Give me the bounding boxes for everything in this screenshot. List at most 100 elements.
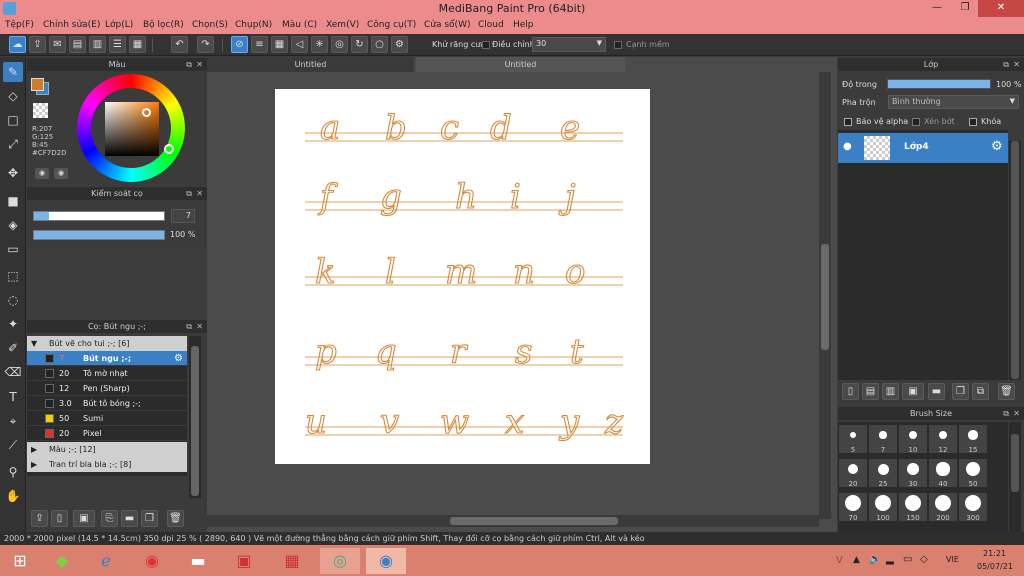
gradient-tool-icon[interactable]: ▭ (3, 239, 23, 259)
dropper-tool-icon[interactable]: ⟋ (3, 435, 23, 455)
clock-date[interactable]: 05/07/21 (977, 562, 1013, 571)
hand-tool-icon[interactable]: ✋ (3, 486, 23, 506)
brush-size-option[interactable]: 10 (898, 424, 928, 454)
maximize-button[interactable]: ❐ (952, 0, 978, 17)
duplicate-icon[interactable]: ❐ (141, 510, 158, 527)
brush-copy-icon[interactable]: ⎘ (101, 510, 118, 527)
drawing-canvas[interactable]: a bcd e f g hij k l mno pq r st u v wxyz (275, 89, 650, 464)
tray-chevron-icon[interactable]: ▲ (853, 555, 860, 565)
menu-help[interactable]: Help (513, 20, 534, 30)
menu-layer[interactable]: Lớp(L) (105, 20, 133, 30)
brush-item[interactable]: 3.0 Bút tô bóng ;-; (27, 396, 187, 411)
file-explorer-icon[interactable]: ▬ (178, 548, 218, 574)
menu-file[interactable]: Tệp(F) (5, 20, 34, 30)
tab-untitled-2[interactable]: Untitled (416, 57, 625, 72)
brush-item[interactable]: 20 Pixel (27, 426, 187, 441)
minimize-button[interactable]: — (924, 0, 950, 17)
adjust-select[interactable]: 30 ▼ (532, 37, 606, 52)
brush-size-option[interactable]: 150 (898, 492, 928, 522)
new-halftone-layer-icon[interactable]: ▤ (862, 383, 879, 400)
network-icon[interactable]: ▂ (886, 554, 894, 565)
line-tool-icon[interactable]: ⤢ (3, 134, 23, 154)
brush-size-option[interactable]: 200 (928, 492, 958, 522)
brush-size-option[interactable]: 300 (958, 492, 988, 522)
menu-view[interactable]: Xem(V) (326, 20, 359, 30)
transparent-swatch[interactable] (33, 103, 48, 118)
trash-icon[interactable]: 🗑 (167, 510, 184, 527)
trash-icon[interactable]: 🗑 (998, 383, 1015, 400)
brush-size-option[interactable]: 100 (868, 492, 898, 522)
saturation-square[interactable] (105, 102, 159, 156)
radial-snap-icon[interactable]: ✳ (311, 36, 328, 53)
brush-group[interactable]: ▼ Bút vẽ cho tui ;-; [6] (27, 336, 187, 351)
layer-row[interactable]: ● Lớp4 ⚙ (838, 133, 1008, 163)
battery-icon[interactable]: ▭ (903, 554, 912, 565)
close-icon[interactable]: ✕ (1013, 58, 1020, 71)
internet-explorer-icon[interactable]: ℯ (86, 548, 126, 574)
adjust-checkbox[interactable] (482, 41, 490, 49)
folder-icon[interactable]: ▬ (928, 383, 945, 400)
magic-wand-icon[interactable]: ✦ (3, 314, 23, 334)
close-icon[interactable]: ✕ (1013, 407, 1020, 420)
chrome-icon[interactable]: ◉ (132, 548, 172, 574)
soft-edge-checkbox[interactable] (614, 41, 622, 49)
move-tool-icon[interactable]: ✥ (3, 163, 23, 183)
redo-icon[interactable]: ↷ (197, 36, 214, 53)
layer-opacity-slider[interactable] (887, 79, 991, 89)
close-button[interactable]: ✕ (978, 0, 1024, 17)
new-text-layer-icon[interactable]: ▥ (882, 383, 899, 400)
brush-item[interactable]: 12 Pen (Sharp) (27, 381, 187, 396)
brush-group[interactable]: ▶ Màu ;-; [12] (27, 442, 187, 457)
brush-opacity-slider[interactable] (33, 230, 165, 240)
bucket-tool-icon[interactable]: ◈ (3, 215, 23, 235)
list-icon[interactable]: ☰ (109, 36, 126, 53)
settings-icon[interactable]: ⚙ (391, 36, 408, 53)
tray-app-icon[interactable]: V (836, 555, 843, 566)
close-icon[interactable]: ✕ (196, 187, 203, 200)
snap-off-icon[interactable]: ⊘ (231, 36, 248, 53)
share-icon[interactable]: ⇪ (29, 36, 46, 53)
language-indicator[interactable]: VIE (946, 555, 959, 564)
menu-select[interactable]: Chọn(S) (192, 20, 228, 30)
brush-size-option[interactable]: 50 (958, 458, 988, 488)
brush-size-option[interactable]: 7 (868, 424, 898, 454)
brush-size-scrollbar[interactable] (1009, 422, 1021, 532)
brush-size-option[interactable]: 5 (838, 424, 868, 454)
layer-menu-icon[interactable]: ▣ (902, 383, 924, 400)
lock-checkbox[interactable] (969, 118, 977, 126)
select-rect-icon[interactable]: ⬚ (3, 266, 23, 286)
menu-color[interactable]: Màu (C) (282, 20, 317, 30)
chat-icon[interactable]: ▤ (69, 36, 86, 53)
grid-icon[interactable]: ▦ (129, 36, 146, 53)
brush-group[interactable]: ▶ Tran trí bla bla ;-; [8] (27, 457, 187, 472)
new-brush-icon[interactable]: ▯ (51, 510, 68, 527)
select-eraser-icon[interactable]: ⌫ (3, 362, 23, 382)
grid-snap-icon[interactable]: ▦ (271, 36, 288, 53)
undock-icon[interactable]: ⧉ (186, 187, 192, 200)
parallel-snap-icon[interactable]: ≡ (251, 36, 268, 53)
powerpoint-icon[interactable]: ▣ (224, 548, 264, 574)
app-icon-red[interactable]: ▦ (272, 548, 312, 574)
menu-snap[interactable]: Chụp(N) (235, 20, 272, 30)
perspective-snap-icon[interactable]: ◁ (291, 36, 308, 53)
undock-icon[interactable]: ⧉ (1003, 58, 1009, 71)
brush-item[interactable]: 20 Tô mờ nhạt (27, 366, 187, 381)
bluestacks-icon[interactable]: ◆ (42, 548, 82, 574)
brush-cloud-icon[interactable]: ⇪ (31, 510, 48, 527)
merge-layer-icon[interactable]: ⧉ (972, 383, 989, 400)
palette-icon[interactable]: ◉ (35, 168, 49, 179)
palette-add-icon[interactable]: ◉ (54, 168, 68, 179)
brush-size-option[interactable]: 70 (838, 492, 868, 522)
undock-icon[interactable]: ⧉ (186, 320, 192, 333)
menu-cloud[interactable]: Cloud (478, 20, 504, 30)
duplicate-layer-icon[interactable]: ❐ (952, 383, 969, 400)
brush-size-option[interactable]: 15 (958, 424, 988, 454)
menu-window[interactable]: Cửa sổ(W) (424, 20, 470, 30)
clip-checkbox[interactable] (912, 118, 920, 126)
add-brush-icon[interactable]: ▣ (73, 510, 95, 527)
menu-filter[interactable]: Bộ lọc(R) (143, 20, 184, 30)
cloud-icon[interactable]: ☁ (9, 36, 26, 53)
brush-size-value[interactable]: 7 (171, 209, 195, 223)
brush-size-option[interactable]: 25 (868, 458, 898, 488)
brush-item[interactable]: 7 Bút ngu ;-; ⚙ (27, 351, 187, 366)
